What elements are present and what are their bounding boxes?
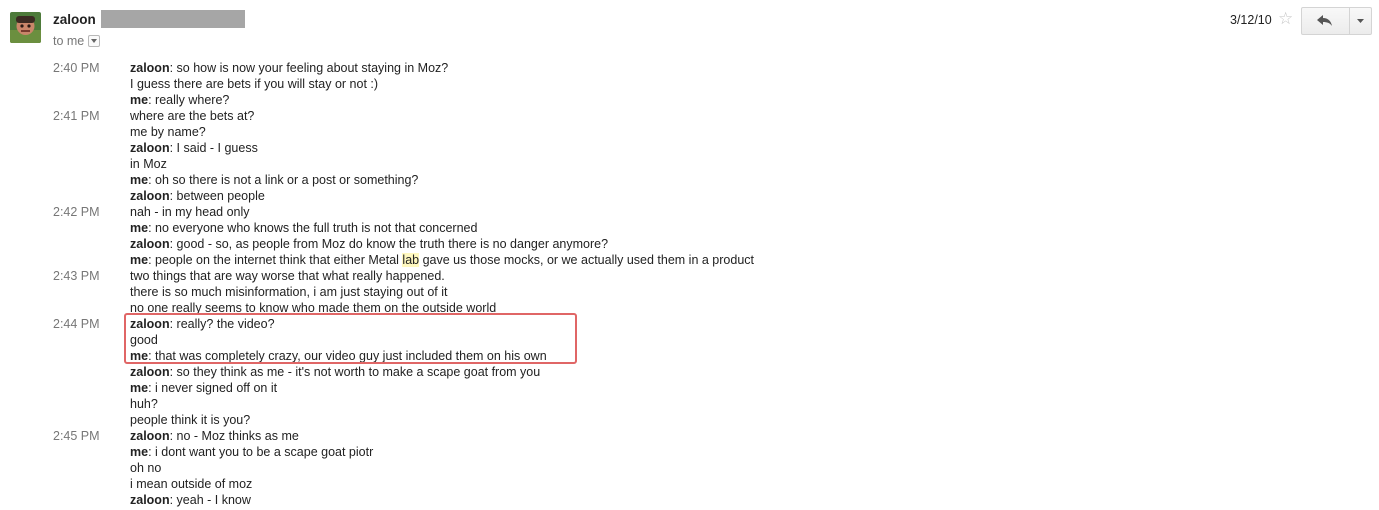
chat-speaker: me xyxy=(130,173,149,187)
chat-speaker: me xyxy=(130,253,149,267)
recipient-label: to me xyxy=(53,34,85,48)
reply-arrow-icon xyxy=(1317,15,1333,26)
chat-text: huh? xyxy=(130,397,158,411)
chat-message: zaloon: no - Moz thinks as me xyxy=(130,429,299,443)
chat-message: zaloon: good - so, as people from Moz do… xyxy=(130,237,609,251)
chat-text: so how is now your feeling about staying… xyxy=(176,61,449,75)
chat-text: people think it is you? xyxy=(130,413,251,427)
highlight-box xyxy=(124,313,577,364)
chat-timestamp: 2:41 PM xyxy=(53,109,100,123)
chat-text: I said - I guess xyxy=(176,141,258,155)
chat-speaker: zaloon xyxy=(130,141,170,155)
chat-text: good - so, as people from Moz do know th… xyxy=(176,237,609,251)
chat-text: no - Moz thinks as me xyxy=(176,429,299,443)
chat-message: there is so much misinformation, i am ju… xyxy=(130,284,448,300)
chat-speaker: zaloon xyxy=(130,493,170,507)
chat-message: people think it is you? xyxy=(130,412,250,428)
chat-message: zaloon: between people xyxy=(130,189,265,203)
chat-message: me: oh so there is not a link or a post … xyxy=(130,173,419,187)
sender-name[interactable]: zaloon xyxy=(53,12,96,27)
chevron-down-icon xyxy=(1356,19,1364,23)
chat-message: me: i dont want you to be a scape goat p… xyxy=(130,445,374,459)
chat-text: i never signed off on it xyxy=(155,381,278,395)
chat-message: zaloon: I said - I guess xyxy=(130,141,258,155)
chat-text: there is so much misinformation, i am ju… xyxy=(130,285,448,299)
chat-text: nah - in my head only xyxy=(130,205,250,219)
chat-text: between people xyxy=(176,189,265,203)
chat-timestamp: 2:43 PM xyxy=(53,269,100,283)
chat-text: people on the internet think that either… xyxy=(155,253,403,267)
chat-text: yeah - I know xyxy=(176,493,251,507)
chat-timestamp: 2:42 PM xyxy=(53,205,100,219)
chat-message: i mean outside of moz xyxy=(130,476,252,492)
chat-text: gave us those mocks, or we actually used… xyxy=(419,253,755,267)
chat-text: me by name? xyxy=(130,125,206,139)
chat-message: where are the bets at? xyxy=(130,108,254,124)
chat-timestamp: 2:40 PM xyxy=(53,61,100,75)
chat-message: zaloon: yeah - I know xyxy=(130,493,251,507)
chat-message: nah - in my head only xyxy=(130,204,250,220)
chat-speaker: zaloon xyxy=(130,61,170,75)
chat-speaker: zaloon xyxy=(130,237,170,251)
sender-avatar[interactable] xyxy=(10,12,41,43)
details-dropdown-button[interactable] xyxy=(88,35,101,47)
chat-timestamp: 2:44 PM xyxy=(53,317,100,331)
chat-message: me: i never signed off on it xyxy=(130,381,278,395)
chat-text: where are the bets at? xyxy=(130,109,255,123)
chat-message: huh? xyxy=(130,396,158,412)
chat-speaker: zaloon xyxy=(130,365,170,379)
recipient-line: to me xyxy=(53,34,101,48)
chat-text: i mean outside of moz xyxy=(130,477,253,491)
chat-speaker: me xyxy=(130,93,149,107)
chat-message: I guess there are bets if you will stay … xyxy=(130,76,378,92)
chat-speaker: zaloon xyxy=(130,189,170,203)
chat-speaker: me xyxy=(130,221,149,235)
chat-message: me: no everyone who knows the full truth… xyxy=(130,221,478,235)
star-icon[interactable]: ☆ xyxy=(1278,9,1293,29)
chat-text: i dont want you to be a scape goat piotr xyxy=(155,445,374,459)
chat-text: no everyone who knows the full truth is … xyxy=(155,221,478,235)
chevron-down-icon xyxy=(91,39,98,43)
chat-text-highlight: lab xyxy=(402,253,420,267)
more-actions-button[interactable] xyxy=(1348,8,1371,34)
chat-message: me by name? xyxy=(130,124,206,140)
chat-message: me: people on the internet think that ei… xyxy=(130,253,755,267)
chat-message: zaloon: so how is now your feeling about… xyxy=(130,61,449,75)
chat-message: two things that are way worse that what … xyxy=(130,268,445,284)
message-date: 3/12/10 xyxy=(1230,13,1272,27)
chat-speaker: zaloon xyxy=(130,429,170,443)
chat-text: so they think as me - it's not worth to … xyxy=(176,365,541,379)
chat-message: me: really where? xyxy=(130,93,230,107)
chat-text: two things that are way worse that what … xyxy=(130,269,445,283)
chat-text: in Moz xyxy=(130,157,167,171)
chat-text: oh so there is not a link or a post or s… xyxy=(155,173,419,187)
chat-message: zaloon: so they think as me - it's not w… xyxy=(130,365,541,379)
redacted-email xyxy=(101,10,245,28)
chat-text: oh no xyxy=(130,461,162,475)
chat-text: really where? xyxy=(155,93,230,107)
reply-button[interactable] xyxy=(1302,8,1349,34)
chat-text: I guess there are bets if you will stay … xyxy=(130,77,379,91)
reply-button-group xyxy=(1301,7,1372,35)
chat-speaker: me xyxy=(130,381,149,395)
chat-timestamp: 2:45 PM xyxy=(53,429,100,443)
chat-message: in Moz xyxy=(130,156,167,172)
chat-speaker: me xyxy=(130,445,149,459)
chat-message: oh no xyxy=(130,460,161,476)
